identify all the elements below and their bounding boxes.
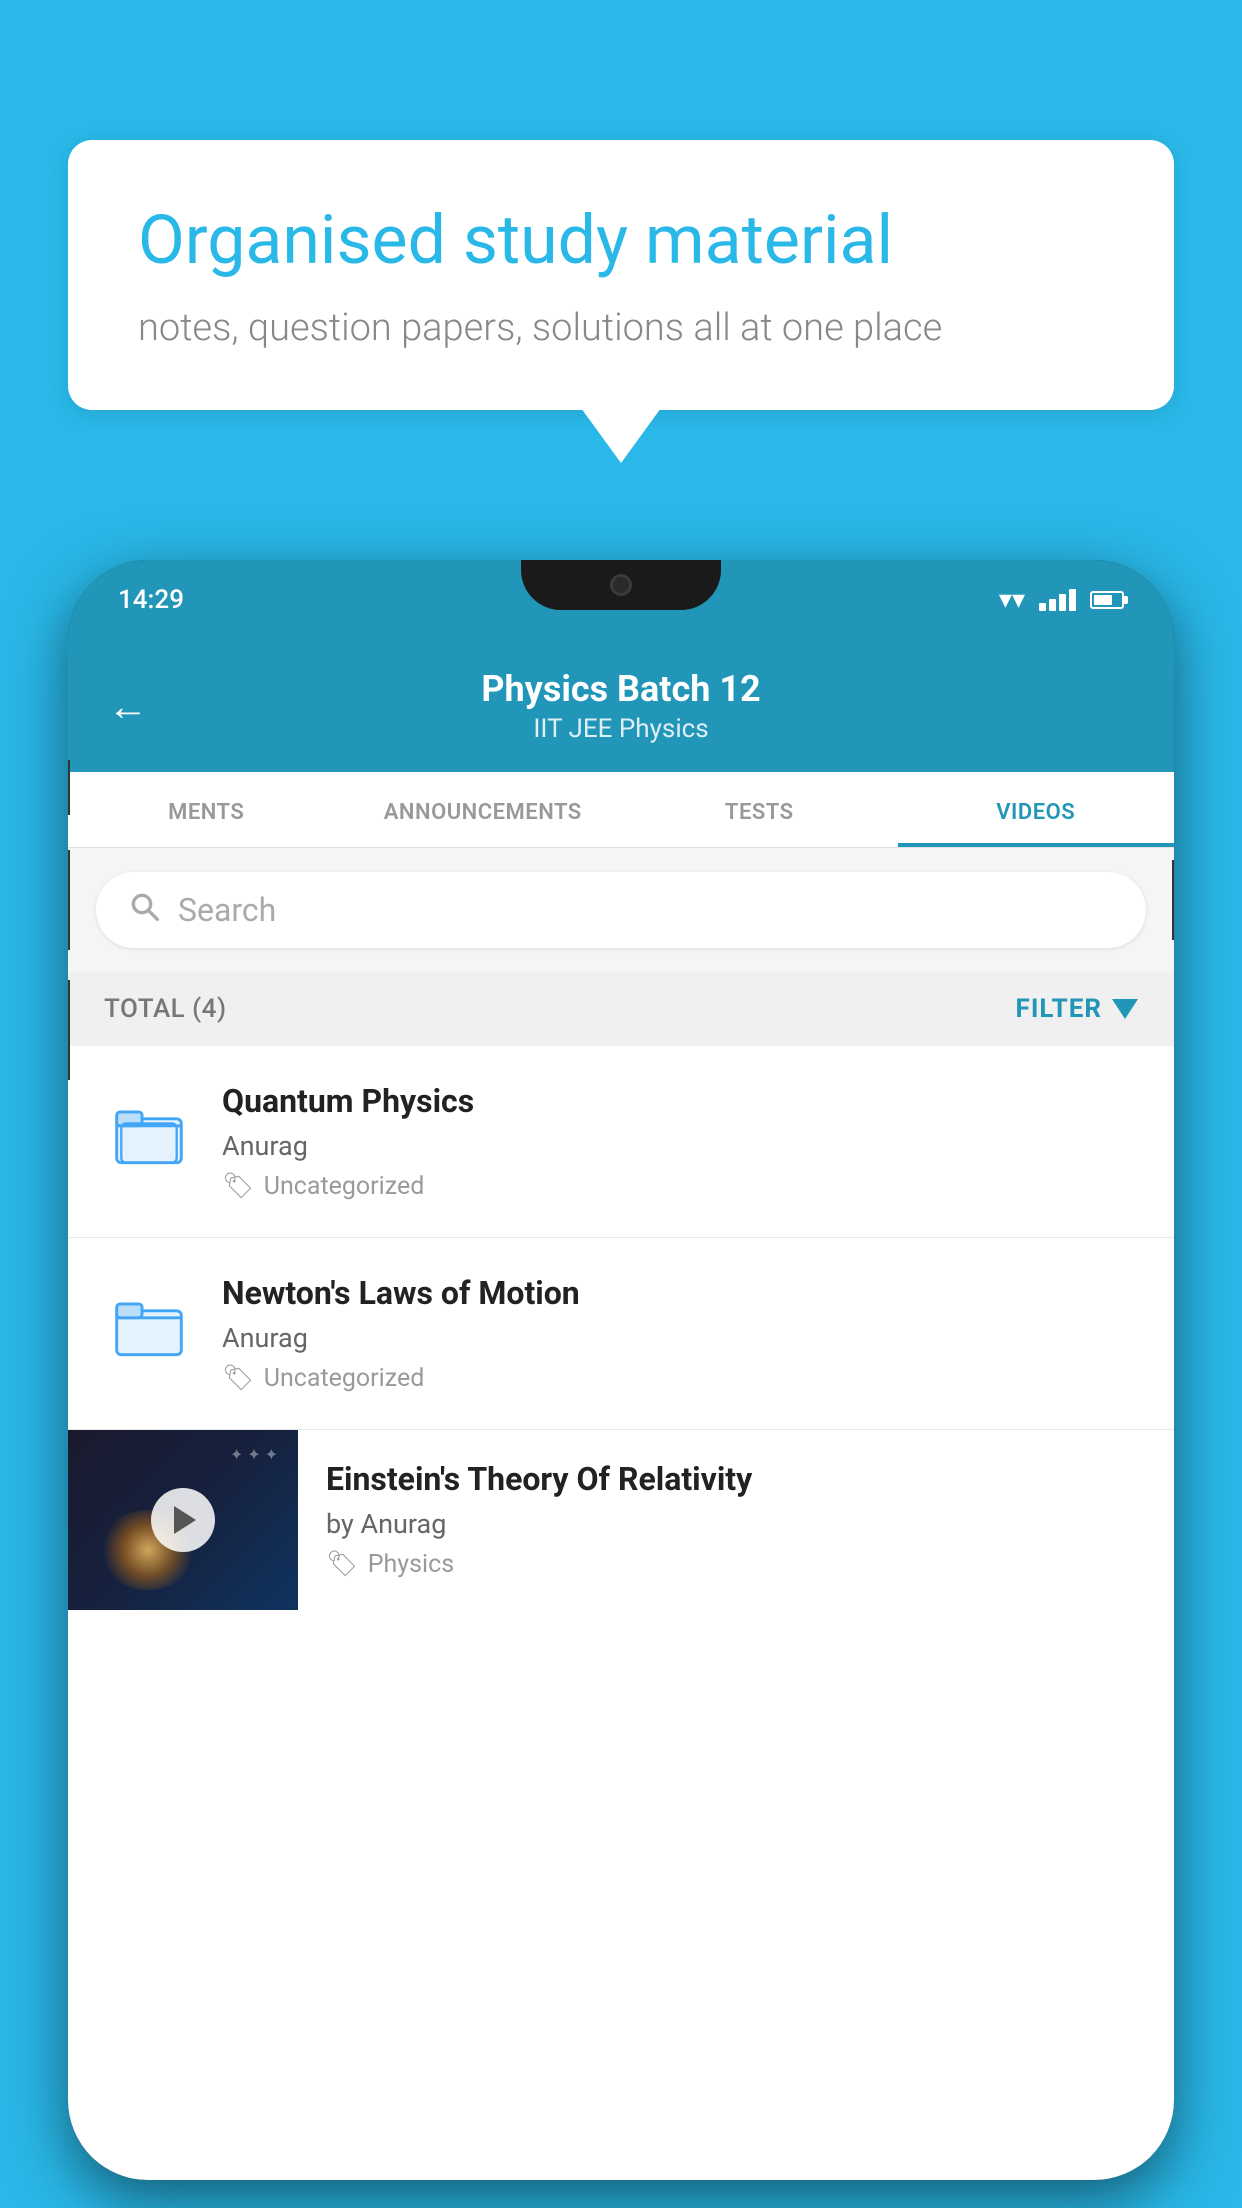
wifi-icon: ▾▾ <box>999 585 1025 615</box>
filter-button[interactable]: FILTER <box>1016 994 1138 1024</box>
app-header: ← Physics Batch 12 IIT JEE Physics <box>68 640 1174 772</box>
tag-label: Physics <box>368 1550 454 1579</box>
phone-volume-up-button <box>68 850 70 950</box>
tag-label: Uncategorized <box>264 1172 425 1201</box>
play-icon <box>174 1506 196 1534</box>
video-title: Newton's Laws of Motion <box>222 1274 1138 1312</box>
tab-ments[interactable]: MENTS <box>68 772 345 847</box>
total-count: TOTAL (4) <box>104 994 227 1024</box>
folder-icon <box>104 1282 194 1372</box>
search-placeholder: Search <box>178 891 276 929</box>
status-bar: 14:29 ▾▾ <box>68 560 1174 640</box>
video-title: Quantum Physics <box>222 1082 1138 1120</box>
back-button[interactable]: ← <box>108 683 148 730</box>
video-author: Anurag <box>222 1322 1138 1354</box>
video-author: by Anurag <box>326 1508 1146 1540</box>
phone-volume-down-button <box>68 980 70 1080</box>
battery-icon <box>1090 591 1124 609</box>
search-box[interactable]: Search <box>96 872 1146 948</box>
tab-announcements[interactable]: ANNOUNCEMENTS <box>345 772 622 847</box>
search-container: Search <box>68 848 1174 972</box>
header-subtitle: IIT JEE Physics <box>178 714 1064 744</box>
front-camera <box>610 574 632 596</box>
speech-bubble-container: Organised study material notes, question… <box>68 140 1174 463</box>
filter-icon <box>1112 999 1138 1019</box>
video-info: Quantum Physics Anurag 🏷 Uncategorized <box>222 1082 1138 1201</box>
speech-bubble: Organised study material notes, question… <box>68 140 1174 410</box>
header-title-area: Physics Batch 12 IIT JEE Physics <box>178 668 1064 744</box>
speech-bubble-title: Organised study material <box>138 200 1104 282</box>
filter-label: FILTER <box>1016 994 1102 1024</box>
signal-icon <box>1039 589 1076 611</box>
tag-icon: 🏷 <box>222 1364 254 1393</box>
video-tag: 🏷 Uncategorized <box>222 1172 1138 1201</box>
video-tag: 🏷 Uncategorized <box>222 1364 1138 1393</box>
video-info: Einstein's Theory Of Relativity by Anura… <box>298 1430 1174 1609</box>
play-button[interactable] <box>151 1488 215 1552</box>
phone-power-button <box>1172 860 1174 940</box>
phone-notch <box>521 560 721 610</box>
tab-tests[interactable]: TESTS <box>621 772 898 847</box>
video-title: Einstein's Theory Of Relativity <box>326 1460 1146 1498</box>
status-time: 14:29 <box>118 585 184 615</box>
video-thumbnail: ✦ ✦ ✦ <box>68 1430 298 1610</box>
tabs-bar: MENTS ANNOUNCEMENTS TESTS VIDEOS <box>68 772 1174 848</box>
speech-bubble-arrow <box>581 408 661 463</box>
video-tag: 🏷 Physics <box>326 1550 1146 1579</box>
video-author: Anurag <box>222 1130 1138 1162</box>
list-item[interactable]: Quantum Physics Anurag 🏷 Uncategorized <box>68 1046 1174 1238</box>
tag-label: Uncategorized <box>264 1364 425 1393</box>
status-icons: ▾▾ <box>999 585 1124 615</box>
header-title: Physics Batch 12 <box>178 668 1064 710</box>
list-item[interactable]: ✦ ✦ ✦ Einstein's Theory Of Relativity by… <box>68 1430 1174 1610</box>
list-item[interactable]: Newton's Laws of Motion Anurag 🏷 Uncateg… <box>68 1238 1174 1430</box>
video-list: Quantum Physics Anurag 🏷 Uncategorized <box>68 1046 1174 1610</box>
tab-videos[interactable]: VIDEOS <box>898 772 1175 847</box>
tag-icon: 🏷 <box>326 1550 358 1579</box>
phone-screen: ← Physics Batch 12 IIT JEE Physics MENTS… <box>68 640 1174 2180</box>
search-icon <box>128 890 160 930</box>
folder-icon <box>104 1090 194 1180</box>
filter-bar: TOTAL (4) FILTER <box>68 972 1174 1046</box>
video-info: Newton's Laws of Motion Anurag 🏷 Uncateg… <box>222 1274 1138 1393</box>
phone-frame: 14:29 ▾▾ ← Physics Batch 12 <box>68 560 1174 2180</box>
speech-bubble-subtitle: notes, question papers, solutions all at… <box>138 306 1104 350</box>
tag-icon: 🏷 <box>222 1172 254 1201</box>
